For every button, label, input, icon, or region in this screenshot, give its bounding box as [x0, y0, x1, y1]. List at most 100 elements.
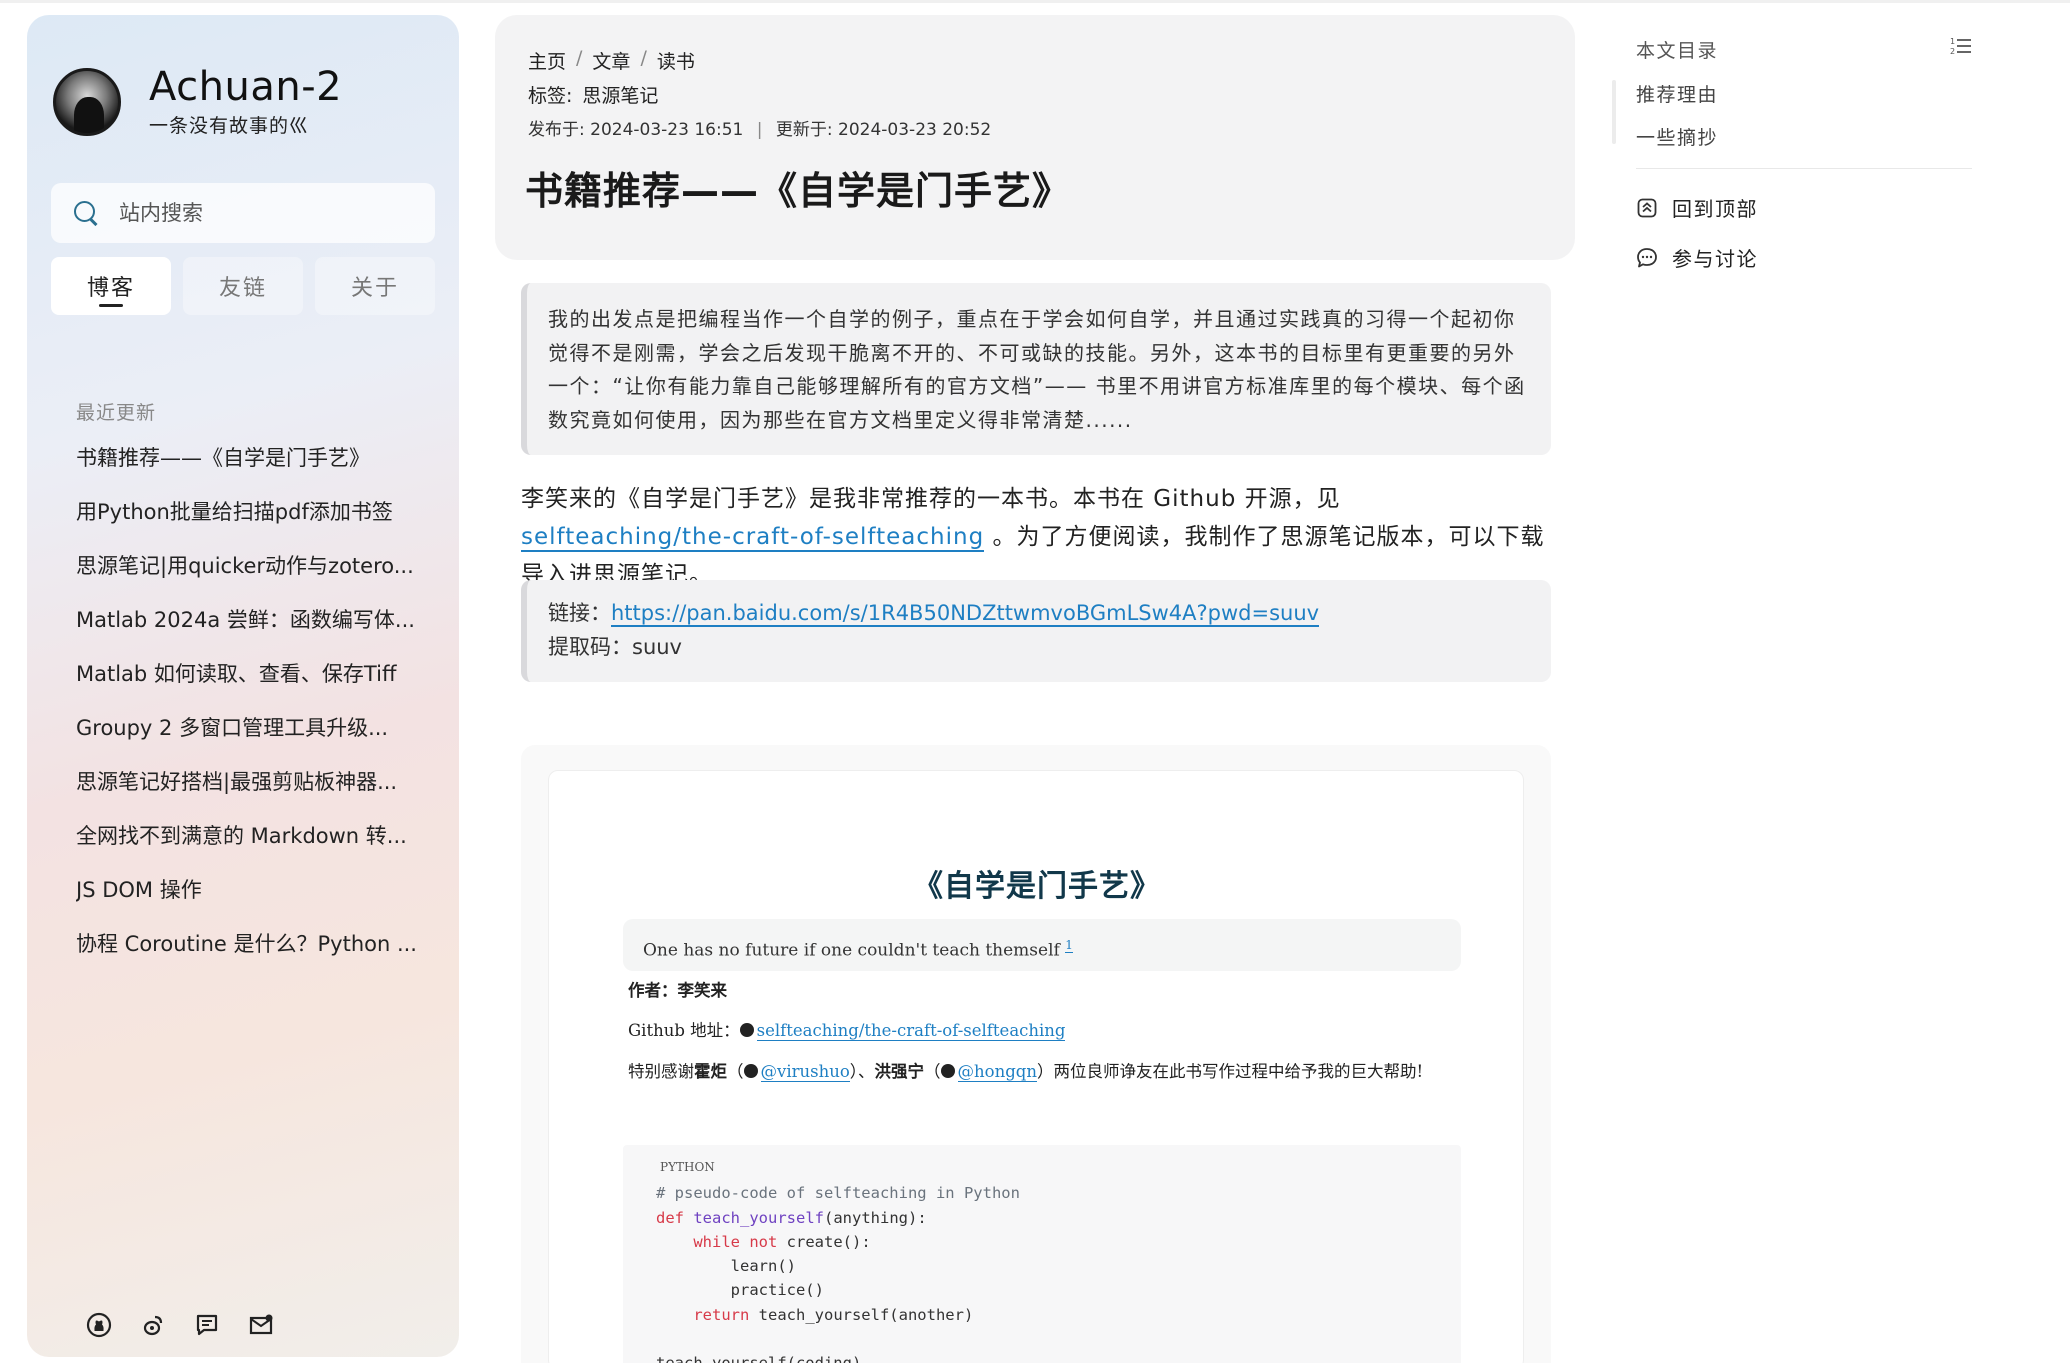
comment-icon	[1636, 247, 1658, 269]
hongqn-link[interactable]: @hongqn	[957, 1062, 1037, 1082]
site-subtitle: 一条没有故事的巛	[149, 115, 310, 137]
page: Achuan-2 一条没有故事的巛 博客 友链 关于 最近更新 书籍推荐——《自…	[0, 0, 2070, 1363]
breadcrumb-home[interactable]: 主页	[528, 47, 566, 74]
brand-text: Achuan-2 一条没有故事的巛	[149, 65, 342, 138]
site-name[interactable]: Achuan-2	[149, 65, 342, 109]
sidebar: Achuan-2 一条没有故事的巛 博客 友链 关于 最近更新 书籍推荐——《自…	[27, 15, 459, 1357]
updated-date: 2024-03-23 20:52	[838, 120, 992, 140]
recent-item[interactable]: 思源笔记|用quicker动作与zotero...	[76, 541, 436, 595]
breadcrumb: 主页 / 文章 / 读书	[528, 47, 695, 74]
post-dates: 发布于: 2024-03-23 16:51 | 更新于: 2024-03-23 …	[528, 115, 991, 140]
breadcrumb-separator: /	[640, 47, 647, 69]
tag-siyuan[interactable]: 思源笔记	[582, 85, 658, 107]
thanks-name-2: 洪强宁	[874, 1062, 925, 1081]
code-text: create():	[777, 1232, 871, 1251]
back-to-top-button[interactable]: 回到顶部	[1636, 193, 1758, 222]
thanks-mid: 、	[858, 1062, 875, 1081]
github-icon[interactable]	[85, 1311, 113, 1339]
github-repo-link[interactable]: selfteaching/the-craft-of-selfteaching	[521, 524, 985, 552]
author-name: 李笑来	[677, 981, 728, 1000]
code-text: practice()	[730, 1281, 824, 1300]
svg-text:1: 1	[1950, 37, 1955, 46]
sidebar-tabs: 博客 友链 关于	[51, 257, 435, 315]
recent-item[interactable]: 书籍推荐——《自学是门手艺》	[76, 433, 436, 487]
book-title: 《自学是门手艺》	[913, 869, 1161, 904]
code-block[interactable]: PYTHON # pseudo-code of selfteaching in …	[623, 1145, 1461, 1363]
list-icon[interactable]: 12	[1950, 36, 1972, 56]
code-keyword: return	[693, 1305, 750, 1324]
breadcrumb-separator: /	[576, 47, 583, 69]
motto-text: One has no future if one couldn't teach …	[643, 940, 1066, 961]
baidu-pan-link[interactable]: https://pan.baidu.com/s/1R4B50NDZttwmvoB…	[611, 601, 1320, 627]
recent-item[interactable]: 用Python批量给扫描pdf添加书签	[76, 487, 436, 541]
tab-about[interactable]: 关于	[315, 257, 435, 315]
code-text: teach_yourself(coding)	[656, 1354, 861, 1363]
recent-item[interactable]: 协程 Coroutine 是什么？Python ...	[76, 919, 436, 973]
post-tags: 标签: 思源笔记	[528, 81, 658, 108]
recent-item[interactable]: 全网找不到满意的 Markdown 转...	[76, 811, 436, 865]
tags-label: 标签:	[528, 85, 573, 107]
toc-divider	[1636, 168, 1972, 169]
embedded-book-page: 《自学是门手艺》 One has no future if one couldn…	[548, 770, 1524, 1363]
updated-label: 更新于:	[775, 120, 833, 140]
search-box[interactable]	[51, 183, 435, 243]
code-keyword: def	[656, 1208, 684, 1227]
brand[interactable]: Achuan-2 一条没有故事的巛	[53, 65, 342, 138]
page-title: 书籍推荐——《自学是门手艺》	[525, 169, 1072, 213]
author-line: 作者：李笑来	[628, 977, 727, 1001]
back-to-top-label: 回到顶部	[1672, 197, 1758, 221]
extract-code-line: 提取码：suuv	[548, 630, 1531, 664]
recent-item[interactable]: 思源笔记好搭档|最强剪贴板神器...	[76, 757, 436, 811]
recent-list: 书籍推荐——《自学是门手艺》 用Python批量给扫描pdf添加书签 思源笔记|…	[76, 433, 436, 973]
toc-scroll-indicator	[1612, 80, 1616, 144]
link-label: 链接：	[548, 601, 611, 625]
avatar[interactable]	[53, 67, 121, 136]
code-function: teach_yourself	[693, 1208, 824, 1227]
toc-item-reason[interactable]: 推荐理由	[1636, 80, 1718, 107]
github-icon	[739, 1023, 754, 1037]
motto-footnote-link[interactable]: 1	[1065, 938, 1073, 953]
code-comment: # pseudo-code of selfteaching in Python	[656, 1184, 1020, 1203]
intro-quote: 我的出发点是把编程当作一个自学的例子，重点在于学会如何自学，并且通过实践真的习得…	[521, 283, 1551, 455]
code-keyword: while not	[693, 1232, 778, 1251]
svg-text:2: 2	[1950, 47, 1955, 56]
book-github-link[interactable]: selfteaching/the-craft-of-selfteaching	[756, 1021, 1066, 1041]
recent-title: 最近更新	[76, 402, 157, 424]
search-icon	[73, 200, 99, 226]
search-input[interactable]	[119, 201, 419, 225]
recent-item[interactable]: Matlab 2024a 尝鲜：函数编写体...	[76, 595, 436, 649]
comment-icon[interactable]	[193, 1311, 221, 1339]
tab-blog[interactable]: 博客	[51, 257, 171, 315]
code-language-label: PYTHON	[660, 1160, 715, 1174]
code-text: teach_yourself(another)	[749, 1305, 974, 1324]
recent-item[interactable]: JS DOM 操作	[76, 865, 436, 919]
published-label: 发布于:	[528, 120, 585, 140]
post-header: 主页 / 文章 / 读书 标签: 思源笔记 发布于: 2024-03-23 16:…	[495, 15, 1575, 260]
breadcrumb-reading[interactable]: 读书	[657, 47, 695, 74]
github-line: Github 地址： selfteaching/the-craft-of-self…	[628, 1017, 1066, 1041]
social-links	[85, 1311, 275, 1339]
tab-friends[interactable]: 友链	[183, 257, 303, 315]
recent-item[interactable]: Matlab 如何读取、查看、保存Tiff	[76, 649, 436, 703]
breadcrumb-articles[interactable]: 文章	[592, 47, 630, 74]
toc-item-excerpts[interactable]: 一些摘抄	[1636, 123, 1718, 150]
intro-paragraph: 李笑来的《自学是门手艺》是我非常推荐的一本书。本书在 Github 开源，见 s…	[521, 480, 1551, 594]
mail-icon[interactable]	[247, 1311, 275, 1339]
download-box: 链接：https://pan.baidu.com/s/1R4B50NDZttwm…	[521, 580, 1551, 682]
toc-title: 本文目录	[1636, 40, 1719, 62]
extract-code-label: 提取码：	[548, 635, 632, 659]
github-icon	[940, 1064, 955, 1078]
virushuo-link[interactable]: @virushuo	[760, 1062, 850, 1082]
recent-item[interactable]: Groupy 2 多窗口管理工具升级...	[76, 703, 436, 757]
discuss-button[interactable]: 参与讨论	[1636, 243, 1758, 272]
thanks-line: 特别感谢霍炬（ @virushuo）、洪强宁（ @hongqn）两位良师诤友在此书写…	[628, 1062, 1424, 1082]
arrow-up-icon	[1636, 197, 1658, 219]
code-content: # pseudo-code of selfteaching in Python …	[656, 1181, 1461, 1363]
author-label: 作者：	[628, 981, 678, 1000]
thanks-name-1: 霍炬	[694, 1062, 727, 1081]
discuss-label: 参与讨论	[1672, 247, 1758, 271]
para-text-before: 李笑来的《自学是门手艺》是我非常推荐的一本书。本书在 Github 开源，见	[521, 486, 1341, 512]
date-separator: |	[756, 120, 763, 140]
published-date: 2024-03-23 16:51	[590, 120, 744, 140]
weibo-icon[interactable]	[139, 1311, 167, 1339]
